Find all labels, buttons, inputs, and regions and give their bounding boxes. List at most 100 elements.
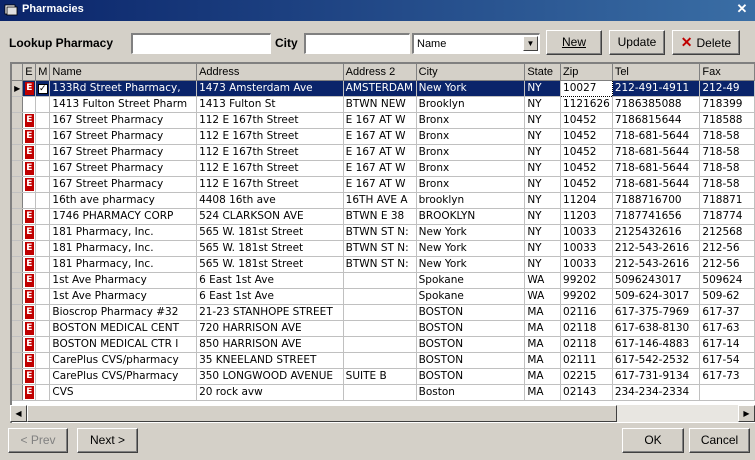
- horizontal-scrollbar[interactable]: ◀ ▶: [10, 405, 755, 422]
- table-row[interactable]: E 181 Pharmacy, Inc. 565 W. 181st Street BT…: [12, 256, 755, 273]
- m-cell[interactable]: [35, 320, 51, 337]
- tel-cell: 7186385088: [612, 96, 701, 113]
- table-row[interactable]: ▶ E ✓ 133Rd Street Pharmacy, 1473 Amsterdam …: [12, 79, 755, 97]
- delete-button[interactable]: ✕ Delete: [672, 30, 740, 55]
- pharmacies-grid[interactable]: E M Name Address Address 2 City State Zi…: [10, 62, 755, 423]
- row-indicator[interactable]: [12, 240, 24, 257]
- m-cell[interactable]: [35, 256, 51, 273]
- state-cell: NY: [524, 80, 562, 97]
- ok-button[interactable]: OK: [622, 428, 684, 453]
- column-header-e[interactable]: E: [22, 64, 37, 81]
- m-cell[interactable]: [35, 208, 51, 225]
- tel-cell: 617-146-4883: [612, 336, 701, 353]
- scroll-right-icon[interactable]: ▶: [738, 405, 755, 422]
- m-cell[interactable]: ✓: [35, 80, 51, 97]
- table-row[interactable]: 1413 Fulton Street Pharm 1413 Fulton St BT…: [12, 96, 755, 113]
- column-header-address-2[interactable]: Address 2: [343, 64, 417, 81]
- table-row[interactable]: E CarePlus CVS/pharmacy 35 KNEELAND STREET…: [12, 352, 755, 369]
- row-indicator[interactable]: [12, 112, 24, 129]
- city-input[interactable]: [304, 33, 410, 54]
- e-badge-icon: E: [24, 257, 34, 271]
- m-cell[interactable]: [35, 336, 51, 353]
- m-cell[interactable]: [35, 96, 51, 113]
- m-cell[interactable]: [35, 288, 51, 305]
- m-cell[interactable]: [35, 352, 51, 369]
- row-indicator[interactable]: [12, 336, 24, 353]
- close-icon[interactable]: ✕: [735, 2, 749, 16]
- current-row-arrow-icon[interactable]: ▶: [12, 80, 24, 97]
- column-header-city[interactable]: City: [416, 64, 526, 81]
- m-cell[interactable]: [35, 224, 51, 241]
- column-header-state[interactable]: State: [524, 64, 562, 81]
- table-row[interactable]: E CVS 20 rock avw Boston MA 02143 234-234-2334: [12, 384, 755, 401]
- m-cell[interactable]: [35, 112, 51, 129]
- column-header-m[interactable]: M: [35, 64, 51, 81]
- prev-button[interactable]: < Prev: [8, 428, 68, 453]
- row-indicator[interactable]: [12, 128, 24, 145]
- update-button[interactable]: Update: [609, 30, 665, 55]
- row-indicator[interactable]: [12, 272, 24, 289]
- row-indicator[interactable]: [12, 288, 24, 305]
- table-row[interactable]: E Bioscrop Pharmacy #32 21-23 STANHOPE STR…: [12, 304, 755, 321]
- table-row[interactable]: E 167 Street Pharmacy 112 E 167th Street E …: [12, 128, 755, 145]
- m-cell[interactable]: [35, 384, 51, 401]
- m-cell[interactable]: [35, 160, 51, 177]
- scrollbar-thumb[interactable]: [27, 405, 617, 422]
- cancel-button[interactable]: Cancel: [689, 428, 750, 453]
- next-button[interactable]: Next >: [77, 428, 138, 453]
- m-cell[interactable]: [35, 144, 51, 161]
- table-row[interactable]: E BOSTON MEDICAL CTR I 850 HARRISON AVE BOS…: [12, 336, 755, 353]
- column-header-address[interactable]: Address: [196, 64, 344, 81]
- table-row[interactable]: E 167 Street Pharmacy 112 E 167th Street E …: [12, 176, 755, 193]
- row-indicator[interactable]: [12, 256, 24, 273]
- table-row[interactable]: E 181 Pharmacy, Inc. 565 W. 181st Street BT…: [12, 240, 755, 257]
- row-indicator[interactable]: [12, 352, 24, 369]
- state-cell: NY: [524, 192, 562, 209]
- sort-by-select[interactable]: Name ▼: [412, 33, 540, 54]
- row-indicator[interactable]: [12, 96, 24, 113]
- row-indicator[interactable]: [12, 144, 24, 161]
- column-header-zip[interactable]: Zip: [560, 64, 613, 81]
- new-button[interactable]: New: [546, 30, 602, 55]
- row-indicator[interactable]: [12, 208, 24, 225]
- lookup-pharmacy-input[interactable]: [131, 33, 271, 54]
- checkmark-icon[interactable]: ✓: [37, 84, 48, 94]
- fax-cell: 718-58: [699, 144, 755, 161]
- table-row[interactable]: E CarePlus CVS/Pharmacy 350 LONGWOOD AVENU…: [12, 368, 755, 385]
- row-indicator[interactable]: [12, 304, 24, 321]
- table-row[interactable]: E 1st Ave Pharmacy 6 East 1st Ave Spokane WA…: [12, 288, 755, 305]
- m-cell[interactable]: [35, 368, 51, 385]
- table-row[interactable]: E 167 Street Pharmacy 112 E 167th Street E …: [12, 160, 755, 177]
- address-2-cell: E 167 AT W: [343, 128, 417, 145]
- row-indicator[interactable]: [12, 368, 24, 385]
- m-cell[interactable]: [35, 240, 51, 257]
- m-cell[interactable]: [35, 304, 51, 321]
- tel-cell: 617-731-9134: [612, 368, 701, 385]
- table-row[interactable]: E 181 Pharmacy, Inc. 565 W. 181st Street BT…: [12, 224, 755, 241]
- row-indicator[interactable]: [12, 160, 24, 177]
- m-cell[interactable]: [35, 272, 51, 289]
- column-header-fax[interactable]: Fax: [699, 64, 755, 81]
- row-indicator[interactable]: [12, 384, 24, 401]
- table-row[interactable]: E 1746 PHARMACY CORP 524 CLARKSON AVE BTWN …: [12, 208, 755, 225]
- m-cell[interactable]: [35, 192, 51, 209]
- table-row[interactable]: 16th ave pharmacy 4408 16th ave 16TH AVE A…: [12, 192, 755, 209]
- table-row[interactable]: E BOSTON MEDICAL CENT 720 HARRISON AVE BOST…: [12, 320, 755, 337]
- row-indicator[interactable]: [12, 224, 24, 241]
- new-button-label: New: [561, 35, 586, 49]
- table-row[interactable]: E 167 Street Pharmacy 112 E 167th Street E …: [12, 144, 755, 161]
- scroll-left-icon[interactable]: ◀: [10, 405, 27, 422]
- table-row[interactable]: E 1st Ave Pharmacy 6 East 1st Ave Spokane WA…: [12, 272, 755, 289]
- column-header-name[interactable]: Name: [49, 64, 198, 81]
- table-row[interactable]: E 167 Street Pharmacy 112 E 167th Street E …: [12, 112, 755, 129]
- m-cell[interactable]: [35, 176, 51, 193]
- row-indicator[interactable]: [12, 192, 24, 209]
- column-header-tel[interactable]: Tel: [612, 64, 701, 81]
- chevron-down-icon[interactable]: ▼: [523, 36, 538, 51]
- row-indicator[interactable]: [12, 320, 24, 337]
- m-cell[interactable]: [35, 128, 51, 145]
- city-cell: New York: [416, 240, 526, 257]
- address-cell: 565 W. 181st Street: [196, 224, 344, 241]
- e-cell: E: [22, 336, 37, 353]
- row-indicator[interactable]: [12, 176, 24, 193]
